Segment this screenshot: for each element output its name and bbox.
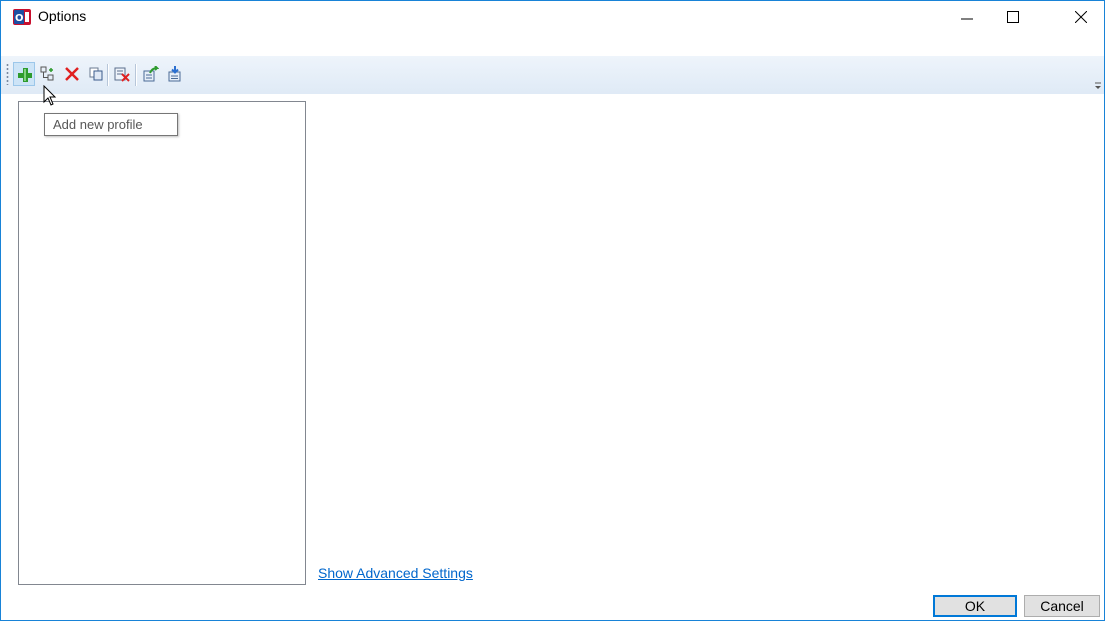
add-new-profile-tooltip: Add new profile xyxy=(44,113,178,136)
green-plus-icon xyxy=(18,68,32,82)
svg-text:O: O xyxy=(15,13,24,24)
toolbar-separator xyxy=(135,64,137,86)
toolbar xyxy=(1,56,1104,94)
copy-button[interactable] xyxy=(85,62,107,86)
clear-button[interactable] xyxy=(111,62,133,86)
export-icon xyxy=(143,66,159,82)
options-app-icon: O xyxy=(13,9,31,25)
close-icon xyxy=(1075,11,1087,23)
cancel-button[interactable]: Cancel xyxy=(1024,595,1100,617)
add-child-button[interactable] xyxy=(37,62,59,86)
toolbar-overflow-icon[interactable] xyxy=(1094,78,1102,89)
minimize-icon xyxy=(961,18,973,20)
delete-button[interactable] xyxy=(61,62,83,86)
minimize-button[interactable] xyxy=(944,1,990,33)
maximize-icon xyxy=(1007,11,1019,23)
import-button[interactable] xyxy=(164,62,186,86)
window-title: Options xyxy=(38,8,87,24)
title-bar[interactable]: O Options xyxy=(1,1,1104,33)
profile-list[interactable] xyxy=(18,101,306,585)
close-button[interactable] xyxy=(1058,1,1104,33)
export-button[interactable] xyxy=(140,62,162,86)
import-icon xyxy=(168,66,181,82)
toolbar-separator xyxy=(107,64,109,86)
copy-icon xyxy=(89,67,103,81)
ok-button[interactable]: OK xyxy=(933,595,1017,617)
mouse-cursor-icon xyxy=(43,84,57,110)
show-advanced-settings-link[interactable]: Show Advanced Settings xyxy=(318,565,473,581)
maximize-button[interactable] xyxy=(990,1,1036,33)
red-x-icon xyxy=(65,67,79,81)
toolbar-grip[interactable] xyxy=(6,63,9,85)
add-new-profile-button[interactable] xyxy=(13,62,35,86)
tree-add-icon xyxy=(40,66,54,81)
options-window: O Options Add new profile Show Advanced … xyxy=(0,0,1105,621)
clear-list-icon xyxy=(114,67,130,82)
